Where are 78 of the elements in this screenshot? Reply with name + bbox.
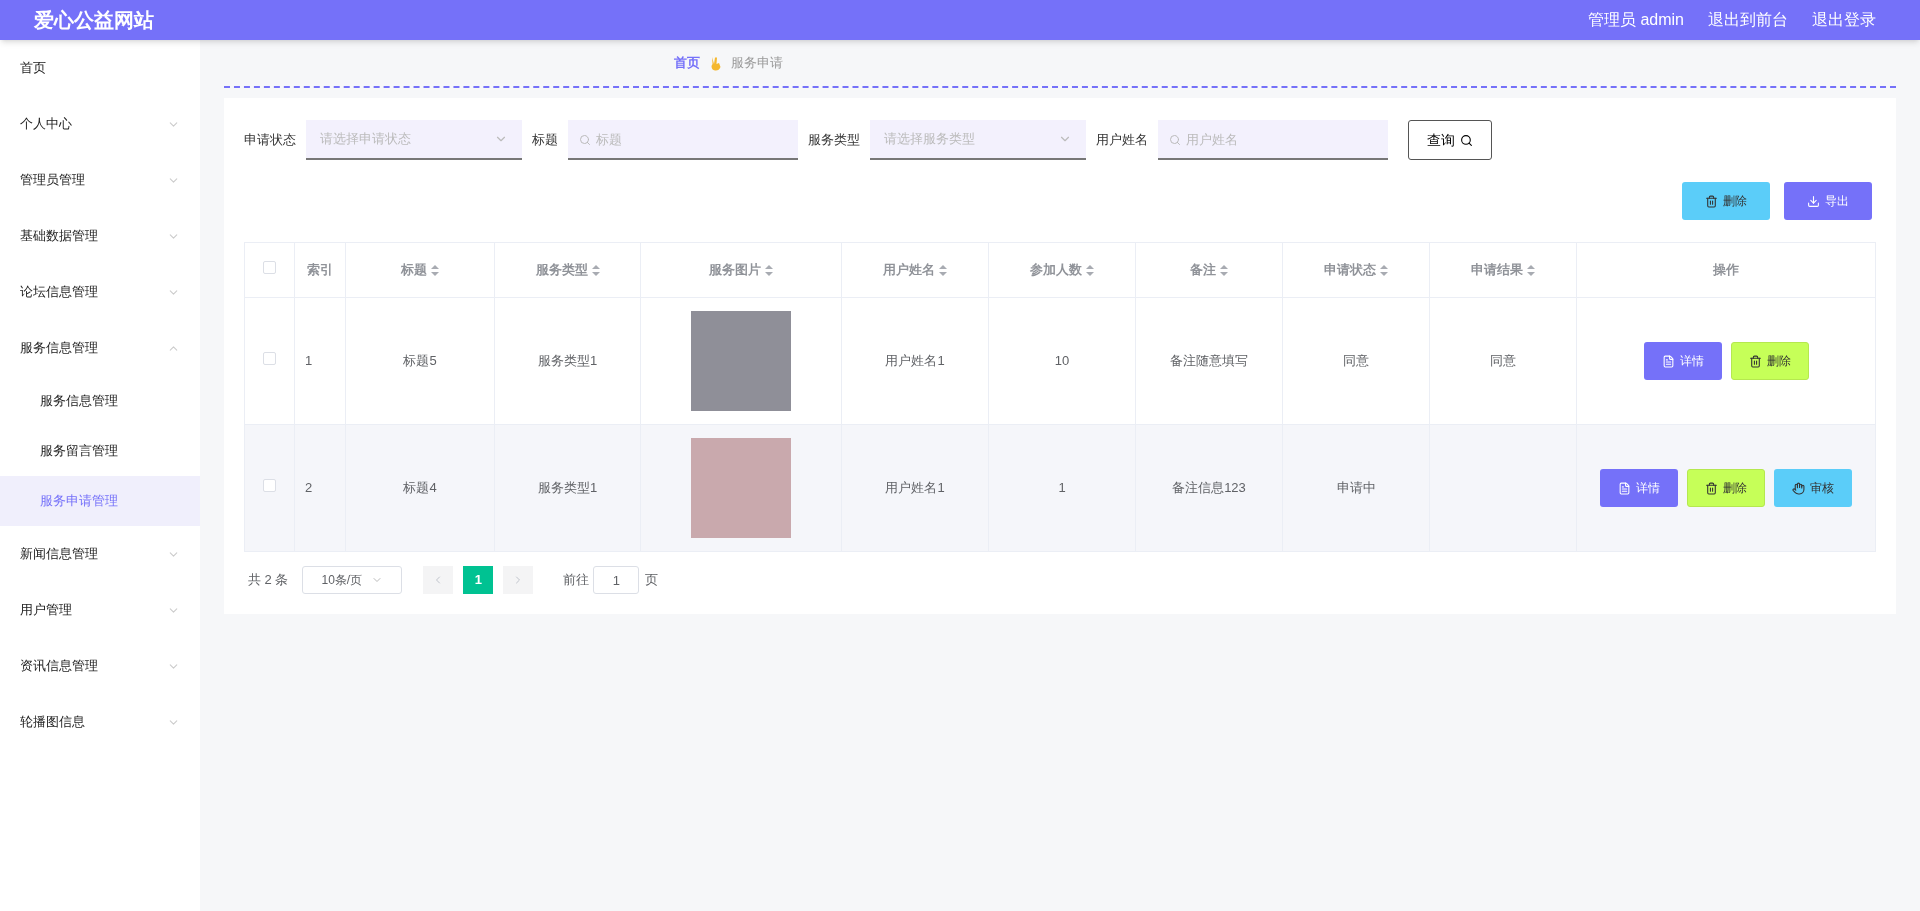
menu-item[interactable]: 新闻信息管理 <box>0 526 200 582</box>
site-title: 爱心公益网站 <box>34 8 154 33</box>
document-icon <box>1661 354 1675 368</box>
table-cell: 用户姓名1 <box>841 424 989 552</box>
sort-icon[interactable] <box>765 264 773 276</box>
table-cell: 2 <box>294 424 346 552</box>
sort-icon[interactable] <box>1380 264 1388 276</box>
search-icon <box>579 134 591 146</box>
page-number-field[interactable]: 1 <box>593 566 640 594</box>
search-field[interactable]: 标题 <box>568 120 798 160</box>
hand-icon <box>1792 481 1805 495</box>
filter-label: 用户姓名 <box>1096 131 1148 150</box>
menu-item[interactable]: 用户管理 <box>0 582 200 638</box>
table-cell: 1 <box>988 424 1136 552</box>
header-link[interactable]: 管理员 admin <box>1587 8 1684 32</box>
sort-icon[interactable] <box>939 264 947 276</box>
document-icon <box>1618 481 1631 495</box>
hand-icon <box>710 55 721 71</box>
table-cell: 同意 <box>1282 297 1430 425</box>
goto-label: 前往 <box>563 571 590 590</box>
query-button[interactable]: 查询 <box>1408 120 1492 160</box>
table-cell: 1 <box>294 297 346 425</box>
table-cell: 申请中 <box>1282 424 1430 552</box>
checkbox[interactable] <box>263 261 276 275</box>
table-cell: 10 <box>988 297 1136 425</box>
table-cell: 用户姓名1 <box>841 297 989 425</box>
total-count: 共 2 条 <box>248 571 289 590</box>
breadcrumb-link[interactable]: 首页 <box>674 53 700 73</box>
header-link[interactable]: 退出登录 <box>1812 8 1876 32</box>
menu-item[interactable]: 个人中心 <box>0 96 200 152</box>
page-suffix: 页 <box>645 571 659 590</box>
sort-icon[interactable] <box>431 264 439 276</box>
filter-label: 服务类型 <box>808 131 860 150</box>
details-button[interactable]: 详情 <box>1643 342 1722 380</box>
header-link[interactable]: 退出到前台 <box>1708 8 1788 32</box>
delete-button[interactable]: 删除 <box>1730 342 1809 380</box>
checkbox[interactable] <box>263 479 276 493</box>
menu-item[interactable]: 资讯信息管理 <box>0 638 200 694</box>
filter-label: 标题 <box>532 131 558 150</box>
column-header: 索引 <box>294 242 346 298</box>
table-cell: 服务类型1 <box>494 297 641 425</box>
table-cell: 同意 <box>1429 297 1577 425</box>
menu-item[interactable]: 管理员管理 <box>0 152 200 208</box>
table-cell: 服务类型1 <box>494 424 641 552</box>
column-header[interactable]: 参加人数 <box>988 242 1136 298</box>
trash-icon <box>1748 354 1762 368</box>
export-button[interactable]: 导出 <box>1784 182 1872 220</box>
menu-item[interactable]: 服务信息管理 <box>0 320 200 376</box>
trash-icon <box>1705 481 1718 495</box>
sort-icon[interactable] <box>1220 264 1228 276</box>
download-icon <box>1807 194 1820 208</box>
sort-icon[interactable] <box>1527 264 1535 276</box>
breadcrumb-current: 服务申请 <box>731 54 783 73</box>
table-cell: 备注随意填写 <box>1135 297 1283 425</box>
filter-label: 申请状态 <box>244 131 296 150</box>
search-icon <box>1169 134 1181 146</box>
details-button[interactable]: 详情 <box>1600 469 1678 507</box>
review-button[interactable]: 审核 <box>1774 469 1852 507</box>
table-cell: 标题5 <box>345 297 495 425</box>
column-header: 操作 <box>1576 242 1876 298</box>
menu-item[interactable]: 轮播图信息 <box>0 694 200 750</box>
delete-button[interactable]: 删除 <box>1682 182 1770 220</box>
trash-icon <box>1705 194 1718 208</box>
menu-item[interactable]: 首页 <box>0 40 200 96</box>
page-size-select[interactable]: 10条/页 <box>302 566 403 594</box>
delete-button[interactable]: 删除 <box>1687 469 1765 507</box>
sort-icon[interactable] <box>591 264 600 276</box>
sort-icon[interactable] <box>1086 264 1094 276</box>
submenu-item[interactable]: 服务申请管理 <box>0 476 200 526</box>
menu-item[interactable]: 论坛信息管理 <box>0 264 200 320</box>
search-field[interactable]: 用户姓名 <box>1158 120 1388 160</box>
search-icon <box>1460 133 1473 147</box>
table-cell: 标题4 <box>345 424 495 552</box>
menu-item[interactable]: 基础数据管理 <box>0 208 200 264</box>
checkbox[interactable] <box>263 352 276 366</box>
table-cell: 备注信息123 <box>1135 424 1283 552</box>
submenu-item[interactable]: 服务信息管理 <box>0 376 200 426</box>
submenu-item[interactable]: 服务留言管理 <box>0 426 200 476</box>
